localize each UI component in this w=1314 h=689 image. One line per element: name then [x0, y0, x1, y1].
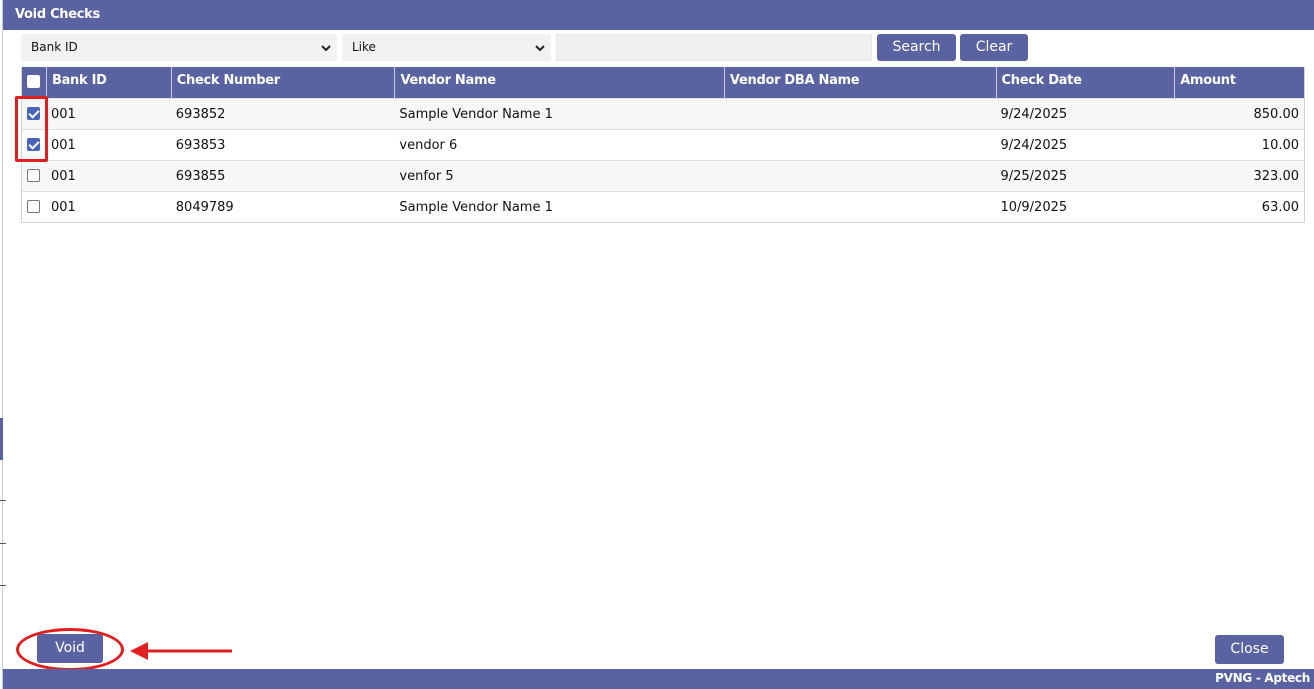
cell-check-number: 693853	[175, 138, 226, 153]
cell-amount: 323.00	[1253, 169, 1300, 184]
cell-amount: 10.00	[1261, 138, 1300, 153]
row-checkbox[interactable]	[27, 169, 40, 182]
close-button[interactable]: Close	[1215, 635, 1284, 664]
cell-vendor-dba-name	[725, 192, 997, 222]
cell-check-number: 8049789	[175, 200, 234, 215]
cell-check-date: 9/24/2025	[1000, 107, 1068, 122]
select-all-checkbox[interactable]	[27, 75, 40, 88]
left-panel-tab[interactable]	[0, 418, 3, 460]
brand-label: PVNG - Aptech	[1215, 671, 1310, 685]
status-bar: PVNG - Aptech	[3, 669, 1314, 689]
arrow-left-icon	[130, 642, 232, 660]
cell-vendor-dba-name	[725, 130, 997, 160]
column-header[interactable]: Check Number	[172, 67, 396, 98]
cell-check-number: 693852	[175, 107, 226, 122]
field-select[interactable]: Bank ID	[21, 34, 337, 61]
column-header[interactable]: Check Date	[997, 67, 1176, 98]
operator-select[interactable]: Like	[342, 34, 551, 61]
cell-check-date: 9/25/2025	[1000, 169, 1068, 184]
left-divider	[0, 585, 6, 586]
column-header[interactable]: Bank ID	[47, 67, 172, 98]
left-divider	[0, 500, 6, 501]
table-row[interactable]: 001 693855 venfor 5 9/25/2025 323.00	[22, 160, 1304, 191]
column-header[interactable]: Vendor Name	[395, 67, 725, 98]
left-divider	[0, 543, 6, 544]
table-header: Bank ID Check Number Vendor Name Vendor …	[22, 67, 1304, 98]
cell-check-number: 693855	[175, 169, 226, 184]
table-body: 001 693852 Sample Vendor Name 1 9/24/202…	[22, 98, 1304, 222]
cell-bank-id: 001	[50, 138, 76, 153]
cell-vendor-dba-name	[725, 99, 997, 129]
column-header[interactable]: Amount	[1175, 67, 1304, 98]
search-input[interactable]	[556, 34, 872, 61]
field-select-value: Bank ID	[31, 40, 78, 54]
table-row[interactable]: 001 693853 vendor 6 9/24/2025 10.00	[22, 129, 1304, 160]
checks-table: Bank ID Check Number Vendor Name Vendor …	[21, 67, 1305, 223]
operator-select-value: Like	[352, 40, 376, 54]
dialog-titlebar[interactable]: Void Checks	[3, 0, 1314, 30]
cell-check-date: 10/9/2025	[1000, 200, 1068, 215]
cell-bank-id: 001	[50, 169, 76, 184]
cell-vendor-name: Sample Vendor Name 1	[399, 107, 553, 122]
cell-vendor-name: vendor 6	[399, 138, 458, 153]
header-select-cell	[22, 67, 47, 98]
cell-check-date: 9/24/2025	[1000, 138, 1068, 153]
row-checkbox[interactable]	[27, 200, 40, 213]
cell-bank-id: 001	[50, 200, 76, 215]
highlight-checkboxes-annotation	[15, 96, 48, 162]
table-row[interactable]: 001 8049789 Sample Vendor Name 1 10/9/20…	[22, 191, 1304, 222]
cell-vendor-dba-name	[725, 161, 997, 191]
clear-button[interactable]: Clear	[960, 34, 1028, 61]
search-button[interactable]: Search	[877, 34, 956, 61]
column-header[interactable]: Vendor DBA Name	[725, 67, 997, 98]
cell-amount: 850.00	[1253, 107, 1300, 122]
table-row[interactable]: 001 693852 Sample Vendor Name 1 9/24/202…	[22, 98, 1304, 129]
cell-vendor-name: Sample Vendor Name 1	[399, 200, 553, 215]
chevron-down-icon	[321, 45, 331, 52]
cell-amount: 63.00	[1261, 200, 1300, 215]
cell-bank-id: 001	[50, 107, 76, 122]
highlight-void-annotation	[16, 628, 124, 671]
dialog-title: Void Checks	[15, 7, 100, 22]
chevron-down-icon	[535, 45, 545, 52]
cell-vendor-name: venfor 5	[399, 169, 454, 184]
